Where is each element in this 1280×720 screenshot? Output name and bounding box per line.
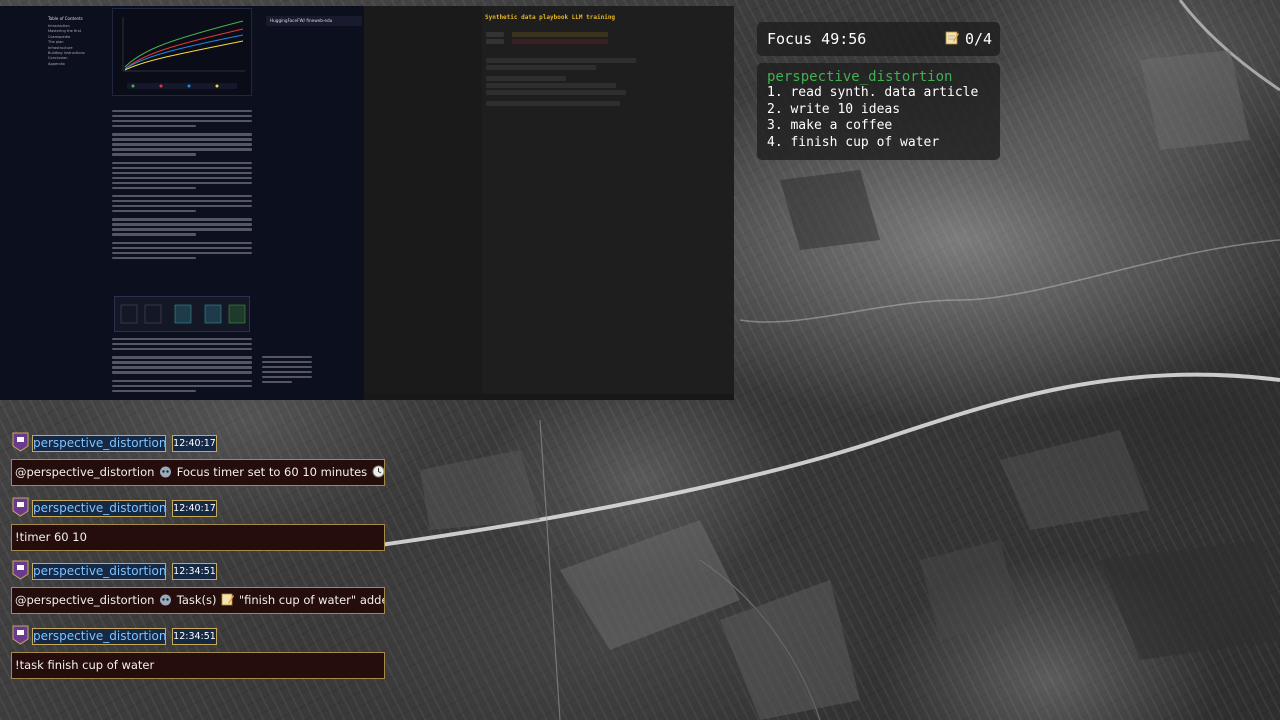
chat-message-text: !task finish cup of water [11, 652, 385, 679]
chat-message-text: !timer 60 10 [11, 524, 385, 551]
figure-graphic [120, 304, 246, 324]
article-body-text-2 [112, 338, 252, 395]
editor-property-label [486, 39, 504, 44]
chat-overlay: perspective_distortion 12:40:17 @perspec… [0, 432, 400, 720]
task-item: 2. write 10 ideas [767, 101, 901, 117]
shared-screen-window: Table of Contents Introduction Mastering… [0, 6, 734, 400]
chat-text: Task(s) [176, 593, 217, 607]
task-list-panel: perspective_distortion 1. read synth. da… [757, 63, 1000, 160]
user-badge-icon [12, 497, 29, 517]
chat-username[interactable]: perspective_distortion [32, 628, 166, 645]
article-figure [114, 296, 250, 332]
chat-message-text: @perspective_distortion Task(s) "finish … [11, 587, 385, 614]
editor-line [486, 83, 616, 88]
article-sidenote [262, 356, 312, 386]
memo-icon [221, 593, 235, 606]
chat-username[interactable]: perspective_distortion [32, 500, 166, 517]
editor-line [486, 65, 596, 70]
clock-icon [372, 465, 384, 478]
task-list-username: perspective_distortion [767, 69, 953, 85]
editor-line [486, 101, 620, 106]
chat-timestamp: 12:34:51 [172, 628, 217, 645]
bot-icon [160, 594, 172, 606]
notes-editor: Synthetic data playbook LLM training [364, 6, 734, 400]
editor-property-tags[interactable] [512, 32, 608, 37]
chat-timestamp: 12:40:17 [172, 500, 217, 517]
editor-line [486, 76, 566, 81]
chat-text: !task finish cup of water [15, 658, 155, 672]
toc-title: Table of Contents [48, 16, 83, 21]
focus-timer-panel: Focus 49:56 0/4 [757, 22, 1000, 56]
editor-property-url[interactable] [512, 39, 608, 44]
chat-timestamp: 12:40:17 [172, 435, 217, 452]
table-of-contents: Table of Contents Introduction Mastering… [48, 16, 108, 67]
memo-icon [945, 31, 959, 45]
chat-mention[interactable]: @perspective_distortion [15, 593, 154, 607]
task-count: 0/4 [965, 30, 993, 48]
user-badge-icon [12, 560, 29, 580]
dataset-link[interactable]: HuggingFaceFW/ fineweb-edu [266, 16, 362, 26]
chat-message-text: @perspective_distortion Focus timer set … [11, 459, 385, 486]
focus-timer: Focus 49:56 [767, 30, 867, 48]
task-item: 3. make a coffee [767, 118, 893, 133]
chat-mention[interactable]: @perspective_distortion [15, 465, 154, 479]
editor-line [486, 90, 626, 95]
editor-property-label [486, 32, 504, 37]
toc-item[interactable]: Appendix [48, 62, 108, 67]
article-chart-thumbnail [112, 8, 252, 96]
editor-status-bar [364, 394, 734, 400]
notes-title: Synthetic data playbook LLM training [485, 14, 616, 21]
editor-line [486, 58, 636, 63]
user-badge-icon [12, 625, 29, 645]
bot-icon [160, 466, 172, 478]
article-body-text [112, 110, 252, 262]
chat-text: "finish cup of water" added! [238, 593, 385, 607]
chart-lines-graphic [122, 17, 245, 89]
user-badge-icon [12, 432, 29, 452]
article-document: Table of Contents Introduction Mastering… [0, 6, 364, 400]
task-item: 4. finish cup of water [767, 134, 940, 150]
chat-text: Focus timer set to 60 10 minutes [176, 465, 368, 479]
chat-username[interactable]: perspective_distortion [32, 563, 166, 580]
chat-username[interactable]: perspective_distortion [32, 435, 166, 452]
editor-sidebar [364, 6, 482, 400]
task-item: 1. read synth. data article [767, 85, 979, 100]
chat-text: !timer 60 10 [15, 530, 87, 544]
chat-timestamp: 12:34:51 [172, 563, 217, 580]
